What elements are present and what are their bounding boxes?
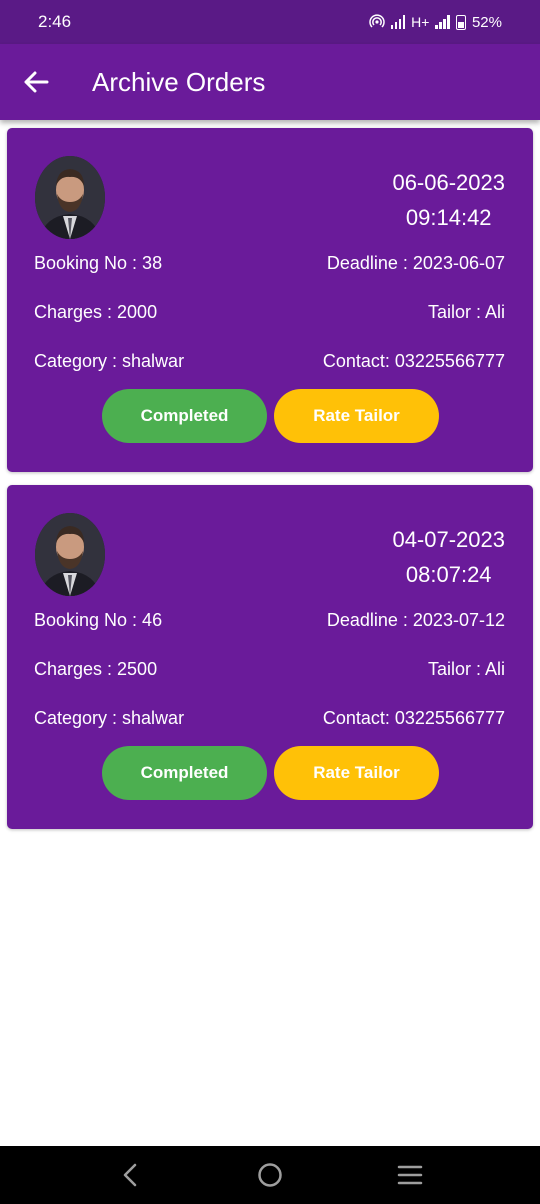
order-row: Booking No : 38 Deadline : 2023-06-07: [34, 253, 505, 274]
hamburger-menu-icon: [397, 1165, 423, 1185]
arrow-left-icon: [24, 71, 49, 93]
order-row: Category : shalwar Contact: 03225566777: [34, 351, 505, 372]
circle-home-icon: [258, 1163, 282, 1187]
page-title: Archive Orders: [92, 66, 266, 97]
nav-recents-button[interactable]: [380, 1146, 440, 1204]
order-row: Booking No : 46 Deadline : 2023-07-12: [34, 610, 505, 631]
tailor-name: Tailor : Ali: [427, 302, 505, 322]
hotspot-icon: [369, 14, 385, 28]
battery-icon: [455, 14, 466, 30]
order-datetime: 04-07-2023 08:07:24: [392, 522, 505, 592]
order-date: 04-07-2023: [392, 527, 505, 552]
order-row: Charges : 2500 Tailor : Ali: [34, 659, 505, 680]
completed-button[interactable]: Completed: [102, 389, 267, 443]
status-icons: H+ 52%: [369, 14, 502, 31]
booking-number: Booking No : 46: [34, 610, 163, 630]
order-date: 06-06-2023: [392, 170, 505, 195]
contact: Contact: 03225566777: [322, 351, 505, 371]
deadline: Deadline : 2023-06-07: [326, 253, 505, 273]
deadline: Deadline : 2023-07-12: [326, 610, 505, 630]
order-time: 09:14:42: [405, 205, 492, 230]
order-card: 04-07-2023 08:07:24 Booking No : 46 Dead…: [7, 485, 533, 829]
signal-icon-2: [435, 15, 450, 29]
system-nav-bar: [0, 1146, 540, 1204]
network-type: H+: [411, 14, 430, 30]
chevron-left-icon: [123, 1163, 137, 1187]
status-time: 2:46: [38, 12, 72, 31]
order-time: 08:07:24: [405, 562, 492, 587]
contact: Contact: 03225566777: [322, 708, 505, 728]
category: Category : shalwar: [34, 708, 185, 728]
nav-back-button[interactable]: [100, 1146, 160, 1204]
booking-number: Booking No : 38: [34, 253, 163, 273]
completed-button[interactable]: Completed: [102, 746, 267, 800]
order-card: 06-06-2023 09:14:42 Booking No : 38 Dead…: [7, 128, 533, 472]
rate-tailor-button[interactable]: Rate Tailor: [274, 746, 439, 800]
battery-percent: 52%: [471, 13, 502, 31]
charges: Charges : 2000: [34, 302, 158, 322]
tailor-avatar: [35, 513, 105, 596]
order-row: Charges : 2000 Tailor : Ali: [34, 302, 505, 323]
nav-home-button[interactable]: [240, 1146, 300, 1204]
status-bar: 2:46 H+ 52%: [0, 0, 540, 44]
charges: Charges : 2500: [34, 659, 158, 679]
rate-tailor-button[interactable]: Rate Tailor: [274, 389, 439, 443]
category: Category : shalwar: [34, 351, 185, 371]
tailor-avatar: [35, 156, 105, 239]
app-bar: Archive Orders: [0, 44, 540, 120]
tailor-name: Tailor : Ali: [427, 659, 505, 679]
back-button[interactable]: [0, 44, 76, 120]
order-row: Category : shalwar Contact: 03225566777: [34, 708, 505, 729]
signal-icon: [390, 15, 406, 29]
order-datetime: 06-06-2023 09:14:42: [392, 165, 505, 235]
